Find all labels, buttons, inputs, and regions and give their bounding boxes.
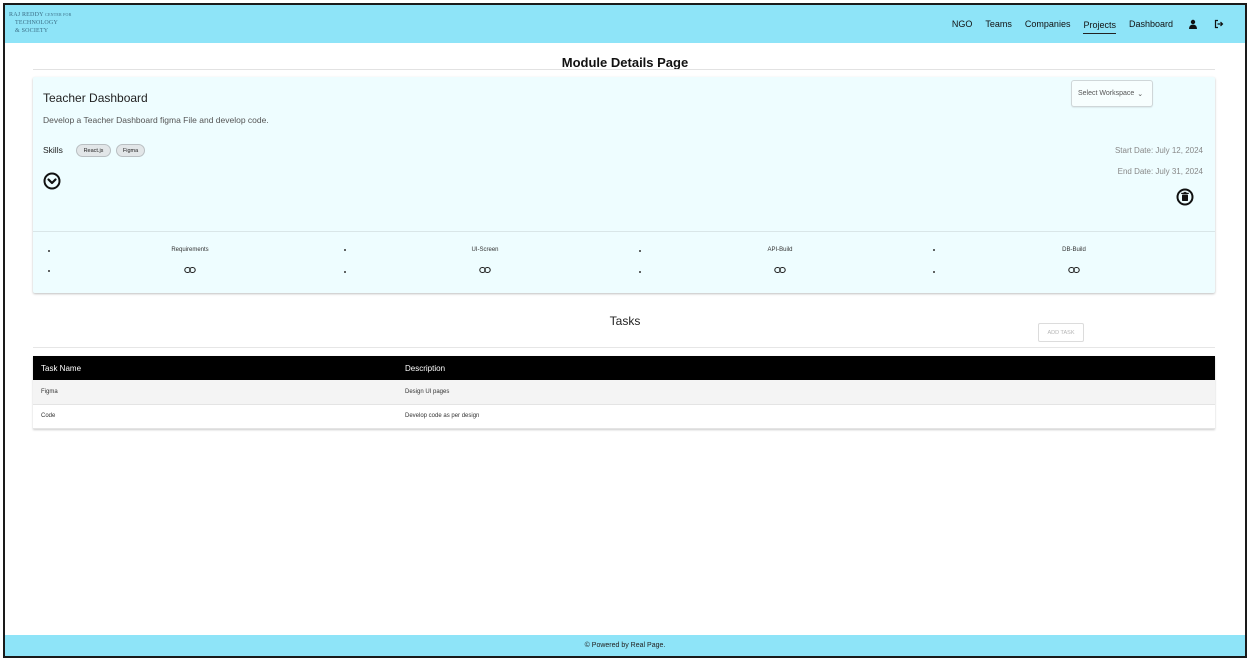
phase-bullet: [639, 250, 641, 252]
column-header-task-name: Task Name: [33, 356, 397, 380]
phase-bullet: [344, 271, 346, 273]
task-name-cell: Code: [33, 404, 397, 429]
phase-bullet: [933, 271, 935, 273]
skill-chip-react: React.js: [76, 144, 111, 157]
phase-bullet: [48, 270, 50, 272]
link-icon[interactable]: [1068, 261, 1080, 274]
phases-divider: [33, 231, 1215, 232]
phase-bullet: [639, 271, 641, 273]
task-name-cell: Figma: [33, 380, 397, 405]
app-window: Raj Reddy Center for Technology & Societ…: [3, 3, 1247, 658]
skill-chip-figma: Figma: [116, 144, 145, 157]
footer: © Powered by Real Page.: [5, 635, 1245, 656]
task-description-cell: Develop code as per design: [397, 404, 1215, 429]
start-date: Start Date: July 12, 2024: [1114, 146, 1203, 155]
module-card: Teacher Dashboard Develop a Teacher Dash…: [33, 77, 1215, 293]
delete-icon[interactable]: [1176, 188, 1194, 206]
phase-bullet: [933, 249, 935, 251]
chevron-down-icon: ⌄: [1137, 90, 1144, 98]
tasks-table: Task Name Description Figma Design UI pa…: [33, 356, 1215, 429]
brand-line-3: & Society: [15, 28, 49, 34]
brand-line-2: Technology: [15, 20, 58, 26]
top-navbar: Raj Reddy Center for Technology & Societ…: [5, 5, 1245, 43]
title-divider: [33, 69, 1215, 70]
skills-label: Skills: [43, 145, 63, 155]
footer-text: © Powered by Real Page.: [584, 642, 666, 649]
phase-label-requirements: Requirements: [171, 247, 209, 253]
table-header-row: Task Name Description: [33, 356, 1215, 380]
phase-label-ui-screen: UI-Screen: [471, 247, 499, 253]
nav-item-projects[interactable]: Projects: [1083, 18, 1116, 34]
table-row[interactable]: Figma Design UI pages: [33, 380, 1215, 405]
module-title: Teacher Dashboard: [43, 91, 148, 105]
phase-label-db-build: DB-Build: [1062, 247, 1086, 253]
phase-bullet: [344, 249, 346, 251]
page-title: Module Details Page: [561, 55, 689, 70]
tasks-divider: [33, 347, 1215, 348]
phase-label-api-build: API-Build: [767, 247, 793, 253]
nav-item-teams[interactable]: Teams: [985, 17, 1012, 31]
table-row[interactable]: Code Develop code as per design: [33, 404, 1215, 429]
module-description: Develop a Teacher Dashboard figma File a…: [43, 115, 269, 125]
workspace-select[interactable]: Select Workspace ⌄: [1071, 80, 1153, 107]
add-task-button[interactable]: ADD TASK: [1038, 323, 1084, 342]
link-icon[interactable]: [479, 261, 491, 274]
brand-line-1-small: Center for: [45, 12, 72, 17]
phase-bullet: [48, 250, 50, 252]
column-header-description: Description: [397, 356, 1215, 380]
task-description-cell: Design UI pages: [397, 380, 1215, 405]
workspace-select-label: Select Workspace: [1078, 90, 1135, 97]
link-icon[interactable]: [774, 261, 786, 274]
brand-logo[interactable]: Raj Reddy Center for Technology & Societ…: [9, 11, 71, 35]
user-icon[interactable]: [1187, 18, 1199, 30]
nav-item-companies[interactable]: Companies: [1025, 17, 1071, 31]
link-icon[interactable]: [184, 261, 196, 274]
brand-line-1: Raj Reddy: [9, 12, 44, 18]
nav-menu: NGO Teams Companies Projects Dashboard: [939, 5, 1225, 43]
nav-item-ngo[interactable]: NGO: [952, 17, 973, 31]
expand-circle-icon[interactable]: [43, 172, 61, 190]
logout-icon[interactable]: [1213, 18, 1225, 30]
nav-item-dashboard[interactable]: Dashboard: [1129, 17, 1173, 31]
end-date: End Date: July 31, 2024: [1117, 167, 1203, 176]
